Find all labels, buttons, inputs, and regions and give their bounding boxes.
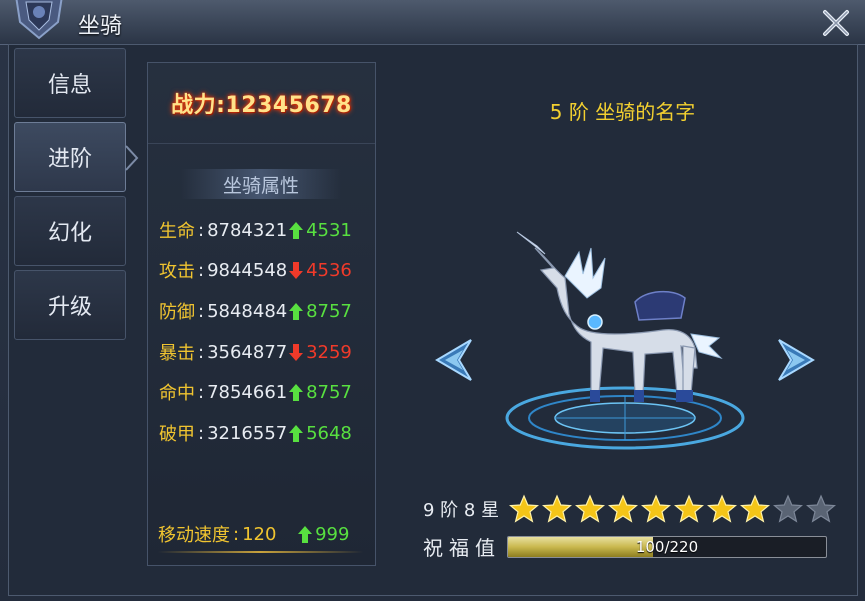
star-icon-filled	[509, 494, 540, 523]
attr-delta: 4536	[306, 259, 352, 281]
attr-label: 防御	[159, 302, 195, 323]
mount-model	[505, 231, 745, 450]
tab-bar: 信息 进阶 幻化 升级	[14, 48, 139, 344]
attr-label: 破甲	[159, 424, 195, 445]
mount-display: 5 阶 坐骑的名字 9 阶 8 星 祝福值 100/220	[395, 48, 850, 588]
star-icon-empty	[773, 494, 804, 523]
speed-delta: 999	[315, 523, 350, 545]
move-speed-row: 移动速度: 120 999	[158, 519, 370, 549]
title-bar: 坐骑	[0, 0, 865, 45]
blessing-progress-text: 100/220	[635, 537, 699, 556]
arrow-up-icon	[289, 383, 304, 401]
tab-advance[interactable]: 进阶	[14, 122, 139, 192]
star-list	[509, 494, 839, 524]
attr-delta: 4531	[306, 219, 352, 241]
attr-value: 5848484	[207, 300, 288, 322]
combat-power-text: 战力:12345678	[171, 93, 352, 118]
attr-label: 攻击	[159, 261, 195, 282]
attr-value: 8784321	[207, 219, 288, 241]
attr-delta: 5648	[306, 422, 352, 444]
emblem-icon	[15, 0, 63, 40]
attr-value: 3564877	[207, 341, 288, 363]
star-rating: 9 阶 8 星	[423, 494, 839, 524]
attr-value: 7854661	[207, 381, 288, 403]
tab-label: 升级	[47, 295, 92, 320]
tab-label: 进阶	[47, 147, 92, 172]
tab-transform[interactable]: 幻化	[14, 196, 126, 266]
unicorn	[534, 247, 698, 395]
horn	[516, 231, 546, 255]
attribute-title: 坐骑属性	[181, 169, 341, 199]
arrow-down-icon	[289, 261, 304, 279]
arrow-right-icon[interactable]	[777, 338, 817, 382]
star-icon-filled	[575, 494, 606, 523]
window-title: 坐骑	[78, 14, 123, 39]
attr-delta: 8757	[306, 300, 352, 322]
star-icon-filled	[674, 494, 705, 523]
attr-label: 暴击	[159, 343, 195, 364]
attr-label: 生命	[159, 221, 195, 242]
arrow-up-icon	[289, 302, 304, 320]
speed-value: 120	[242, 523, 277, 545]
attr-row-attack: 攻击: 9844548 4536	[159, 258, 375, 283]
attr-label: 命中	[159, 383, 195, 404]
blessing-progress-bar: 100/220	[507, 535, 827, 558]
tab-pointer-icon	[125, 145, 139, 171]
blessing-row: 祝福值 100/220	[423, 532, 827, 561]
tab-info[interactable]: 信息	[14, 48, 126, 118]
attr-row-hp: 生命: 8784321 4531	[159, 218, 375, 243]
attr-value: 9844548	[207, 259, 288, 281]
saddle	[587, 290, 686, 330]
star-icon-filled	[542, 494, 573, 523]
mount-name: 5 阶 坐骑的名字	[549, 100, 696, 124]
divider	[158, 551, 363, 553]
star-level-label: 9 阶 8 星	[423, 500, 500, 521]
attr-delta: 8757	[306, 381, 352, 403]
attr-delta: 3259	[306, 341, 352, 363]
attr-value: 3216557	[207, 422, 288, 444]
star-icon-filled	[740, 494, 771, 523]
mount-window: 坐骑 信息 进阶 幻化 升级 战力:12345678 坐骑属性 生命: 8784…	[0, 0, 865, 601]
arrow-up-icon	[289, 424, 304, 442]
arrow-left-icon[interactable]	[433, 338, 473, 382]
attr-row-hit: 命中: 7854661 8757	[159, 380, 375, 405]
star-icon-empty	[806, 494, 837, 523]
blessing-label: 祝福值	[423, 536, 501, 560]
speed-label: 移动速度	[158, 525, 230, 546]
star-icon-filled	[707, 494, 738, 523]
tab-label: 幻化	[47, 221, 92, 246]
arrow-down-icon	[289, 343, 304, 361]
close-icon[interactable]	[821, 8, 851, 38]
arrow-up-icon	[298, 525, 313, 543]
combat-power: 战力:12345678	[148, 63, 375, 144]
attribute-panel: 战力:12345678 坐骑属性 生命: 8784321 4531 攻击: 98…	[147, 62, 376, 566]
attr-row-armor-break: 破甲: 3216557 5648	[159, 421, 375, 446]
attr-row-crit: 暴击: 3564877 3259	[159, 340, 375, 365]
attr-row-defense: 防御: 5848484 8757	[159, 299, 375, 324]
arrow-up-icon	[289, 221, 304, 239]
tab-label: 信息	[47, 73, 92, 98]
tab-upgrade[interactable]: 升级	[14, 270, 126, 340]
star-icon-filled	[641, 494, 672, 523]
star-icon-filled	[608, 494, 639, 523]
